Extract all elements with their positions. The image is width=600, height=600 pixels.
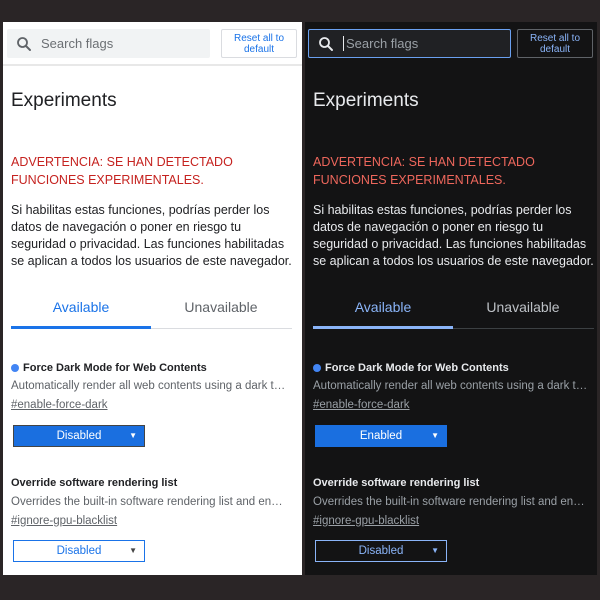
flag-force-dark-link[interactable]: #enable-force-dark [11, 399, 108, 411]
search-icon [319, 36, 333, 51]
search-box[interactable] [308, 29, 511, 58]
select-value: Disabled [358, 545, 404, 557]
tab-active-indicator [313, 326, 453, 329]
flag-force-dark-select[interactable]: Disabled ▼ [13, 425, 145, 447]
search-input[interactable] [41, 36, 191, 51]
flag-force-dark-name: Force Dark Mode for Web Contents [11, 362, 207, 374]
flag-gpu-blacklist-link[interactable]: #ignore-gpu-blacklist [313, 515, 419, 527]
description-text: Si habilitas estas funciones, podrías pe… [11, 203, 292, 268]
page-title: Experiments [313, 90, 419, 111]
reset-label-line2: default [243, 44, 275, 55]
flag-title: Force Dark Mode for Web Contents [325, 362, 509, 374]
flag-gpu-blacklist-name: Override software rendering list [313, 477, 479, 489]
search-input[interactable] [346, 36, 496, 51]
description-text: Si habilitas estas funciones, podrías pe… [313, 203, 594, 268]
flag-gpu-blacklist-description: Overrides the built-in software renderin… [11, 496, 283, 508]
text-cursor [343, 36, 344, 51]
flag-gpu-blacklist-link[interactable]: #ignore-gpu-blacklist [11, 515, 117, 527]
flag-title: Override software rendering list [11, 477, 178, 489]
chevron-down-icon: ▼ [129, 546, 137, 555]
page-title: Experiments [11, 90, 117, 111]
search-box[interactable] [7, 29, 210, 58]
flag-force-dark-name: Force Dark Mode for Web Contents [313, 362, 509, 374]
warning-text: ADVERTENCIA: SE HAN DETECTADO FUNCIONES … [313, 155, 535, 187]
modified-indicator-icon [11, 364, 19, 372]
tab-active-indicator [11, 326, 151, 329]
tab-available[interactable]: Available [11, 299, 151, 315]
tab-unavailable[interactable]: Unavailable [151, 299, 291, 315]
flag-force-dark-select[interactable]: Enabled ▼ [315, 425, 447, 447]
flag-force-dark-description: Automatically render all web contents us… [11, 380, 286, 392]
search-icon [17, 36, 31, 51]
reset-label-line2: default [539, 44, 571, 55]
warning-text: ADVERTENCIA: SE HAN DETECTADO FUNCIONES … [11, 155, 233, 187]
flag-force-dark-link[interactable]: #enable-force-dark [313, 399, 410, 411]
header-divider [3, 64, 302, 66]
chevron-down-icon: ▼ [431, 546, 439, 555]
light-theme-panel: Reset all to default Experiments ADVERTE… [3, 22, 302, 575]
select-value: Enabled [359, 430, 403, 442]
modified-indicator-icon [313, 364, 321, 372]
flag-force-dark-description: Automatically render all web contents us… [313, 380, 588, 392]
flag-gpu-blacklist-name: Override software rendering list [11, 477, 177, 489]
reset-label-line1: Reset all to [233, 33, 285, 44]
flag-gpu-blacklist-select[interactable]: Disabled ▼ [13, 540, 145, 562]
select-value: Disabled [56, 430, 102, 442]
flag-title: Force Dark Mode for Web Contents [23, 362, 207, 374]
dark-theme-panel: Reset all to default Experiments ADVERTE… [305, 22, 597, 575]
chevron-down-icon: ▼ [431, 431, 439, 440]
flag-title: Override software rendering list [313, 477, 480, 489]
tab-unavailable[interactable]: Unavailable [453, 299, 593, 315]
flag-gpu-blacklist-select[interactable]: Disabled ▼ [315, 540, 447, 562]
select-value: Disabled [56, 545, 102, 557]
chevron-down-icon: ▼ [129, 431, 137, 440]
reset-all-button[interactable]: Reset all to default [517, 29, 593, 58]
reset-all-button[interactable]: Reset all to default [221, 29, 297, 58]
tab-available[interactable]: Available [313, 299, 453, 315]
flag-gpu-blacklist-description: Overrides the built-in software renderin… [313, 496, 585, 508]
reset-label-line1: Reset all to [529, 33, 581, 44]
